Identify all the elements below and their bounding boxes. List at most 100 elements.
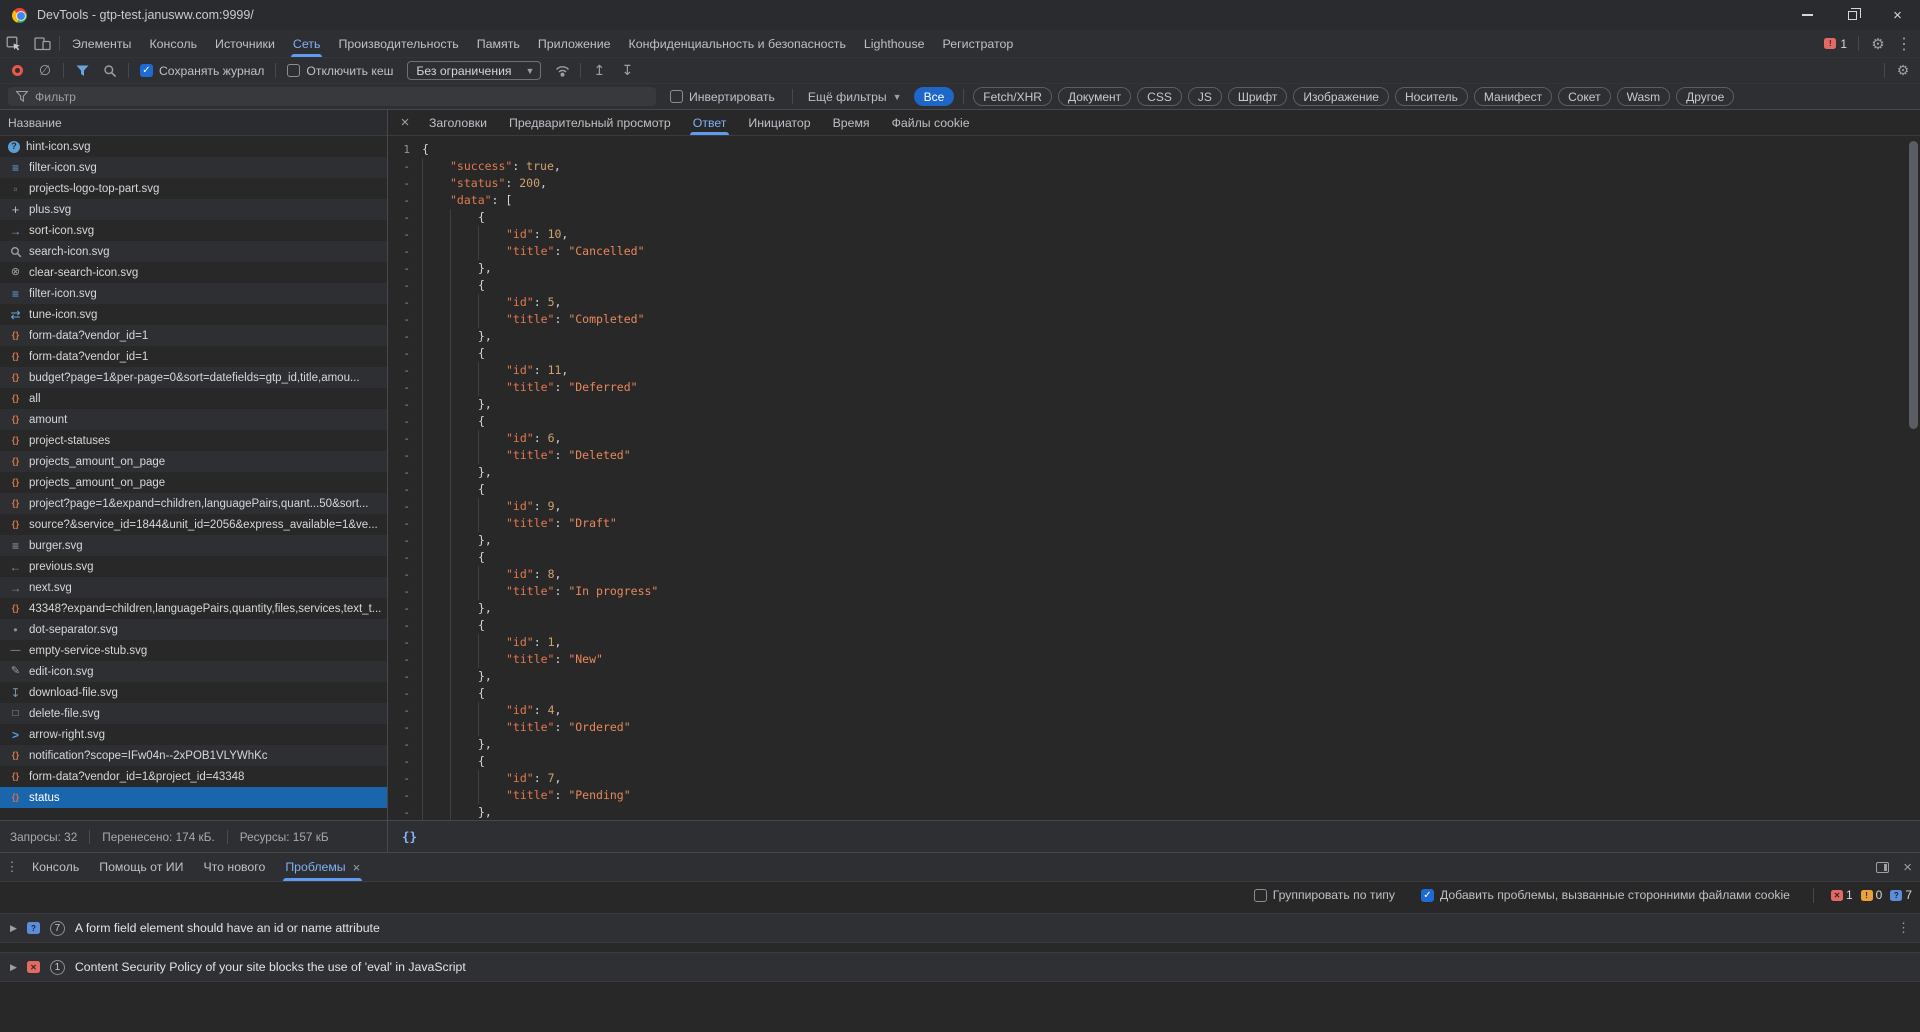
device-toolbar-button[interactable] [28,30,56,57]
gutter-marker[interactable]: - [388,447,422,464]
request-row[interactable]: {}43348?expand=children,languagePairs,qu… [0,598,387,619]
tab-источники[interactable]: Источники [206,30,284,57]
chip-манифест[interactable]: Манифест [1474,87,1552,106]
gutter-marker[interactable]: - [388,379,422,396]
include-third-party-checkbox[interactable] [1421,889,1434,902]
more-options-icon[interactable]: ⋮ [1894,34,1914,54]
chip-шрифт[interactable]: Шрифт [1228,87,1287,106]
invert-checkbox[interactable] [670,90,683,103]
gutter-marker[interactable]: - [388,311,422,328]
tab-приложение[interactable]: Приложение [529,30,620,57]
issue-row[interactable]: ▶✕1Content Security Policy of your site … [0,952,1920,982]
tab-конфиденциальность-и-безопасность[interactable]: Конфиденциальность и безопасность [620,30,855,57]
gutter-marker[interactable]: - [388,260,422,277]
detail-tab-время[interactable]: Время [822,110,881,135]
request-row[interactable]: {}projects_amount_on_page [0,451,387,472]
request-row[interactable]: ⊗clear-search-icon.svg [0,262,387,283]
request-row[interactable]: search-icon.svg [0,241,387,262]
gutter-marker[interactable]: - [388,192,422,209]
gutter-marker[interactable]: - [388,345,422,362]
expand-icon[interactable]: ▶ [10,962,17,973]
gutter-marker[interactable]: - [388,243,422,260]
request-row[interactable]: ≡burger.svg [0,535,387,556]
gutter-marker[interactable]: - [388,175,422,192]
gutter-marker[interactable]: - [388,515,422,532]
request-row[interactable]: {}form-data?vendor_id=1 [0,325,387,346]
request-row[interactable]: {}project?page=1&expand=children,languag… [0,493,387,514]
close-button[interactable]: × [1875,0,1920,30]
record-network-log-button[interactable] [4,60,30,82]
request-row[interactable]: {}status [0,787,387,808]
request-row[interactable]: →sort-icon.svg [0,220,387,241]
gutter-marker[interactable]: - [388,549,422,566]
gutter-marker[interactable]: - [388,668,422,685]
detail-tab-файлы-cookie[interactable]: Файлы cookie [881,110,981,135]
gutter-marker[interactable]: - [388,617,422,634]
request-row[interactable]: {}project-statuses [0,430,387,451]
drawer-tab-что-нового[interactable]: Что нового [193,853,275,881]
network-settings-gear-icon[interactable]: ⚙ [1890,60,1916,82]
gutter-marker[interactable]: - [388,532,422,549]
gutter-marker[interactable]: - [388,294,422,311]
import-har-button[interactable]: ↥ [586,60,612,82]
preserve-log-checkbox[interactable] [140,64,153,77]
clear-network-log-button[interactable]: ∅ [32,60,58,82]
gutter-marker[interactable]: 1 [388,141,422,158]
gutter-marker[interactable]: - [388,634,422,651]
chip-изображение[interactable]: Изображение [1293,87,1389,106]
scrollbar-thumb[interactable] [1909,141,1918,429]
gutter-marker[interactable]: - [388,804,422,820]
detail-tab-заголовки[interactable]: Заголовки [418,110,498,135]
drawer-menu-icon[interactable]: ⋮ [2,853,22,881]
tab-регистратор[interactable]: Регистратор [934,30,1023,57]
gutter-marker[interactable]: - [388,464,422,481]
request-row[interactable]: ≡filter-icon.svg [0,157,387,178]
close-tab-icon[interactable]: × [353,860,361,875]
gutter-marker[interactable]: - [388,362,422,379]
gutter-marker[interactable]: - [388,498,422,515]
issue-menu-icon[interactable]: ⋮ [1897,920,1910,936]
request-row[interactable]: ?hint-icon.svg [0,136,387,157]
more-filters-button[interactable]: Ещё фильтры ▼ [804,90,906,104]
detail-tab-инициатор[interactable]: Инициатор [737,110,821,135]
throttling-select[interactable]: Без ограничения ▼ [407,61,541,80]
gutter-marker[interactable]: - [388,277,422,294]
gutter-marker[interactable]: - [388,209,422,226]
group-by-kind-checkbox[interactable] [1254,889,1267,902]
request-list-header[interactable]: Название [0,110,387,136]
detail-tab-предварительный-просмотр[interactable]: Предварительный просмотр [498,110,682,135]
scrollbar[interactable] [1909,138,1918,818]
network-conditions-button[interactable] [549,60,575,82]
request-row[interactable]: {}source?&service_id=1844&unit_id=2056&e… [0,514,387,535]
request-row[interactable]: —empty-service-stub.svg [0,640,387,661]
gutter-marker[interactable]: - [388,328,422,345]
gutter-marker[interactable]: - [388,226,422,243]
request-row[interactable]: □delete-file.svg [0,703,387,724]
gutter-marker[interactable]: - [388,566,422,583]
close-detail-button[interactable]: × [392,110,418,135]
inspect-element-button[interactable] [0,30,28,57]
request-row[interactable]: ←previous.svg [0,556,387,577]
tab-производительность[interactable]: Производительность [329,30,467,57]
pretty-print-button[interactable]: {} [402,829,417,844]
request-row[interactable]: >arrow-right.svg [0,724,387,745]
chip-wasm[interactable]: Wasm [1617,87,1671,106]
request-row[interactable]: {}amount [0,409,387,430]
export-har-button[interactable]: ↧ [614,60,640,82]
gutter-marker[interactable]: - [388,651,422,668]
gutter-marker[interactable]: - [388,719,422,736]
gutter-marker[interactable]: - [388,736,422,753]
gutter-marker[interactable]: - [388,753,422,770]
chip-js[interactable]: JS [1188,87,1222,106]
drawer-tab-консоль[interactable]: Консоль [22,853,89,881]
request-row[interactable]: {}all [0,388,387,409]
chip-документ[interactable]: Документ [1058,87,1131,106]
chip-другое[interactable]: Другое [1676,87,1734,106]
restore-button[interactable] [1830,0,1875,30]
request-row[interactable]: {}projects_amount_on_page [0,472,387,493]
chip-носитель[interactable]: Носитель [1395,87,1468,106]
gutter-marker[interactable]: - [388,413,422,430]
request-row[interactable]: ⇄tune-icon.svg [0,304,387,325]
issues-counter-button[interactable]: ! 1 [1820,37,1851,51]
tab-lighthouse[interactable]: Lighthouse [855,30,934,57]
